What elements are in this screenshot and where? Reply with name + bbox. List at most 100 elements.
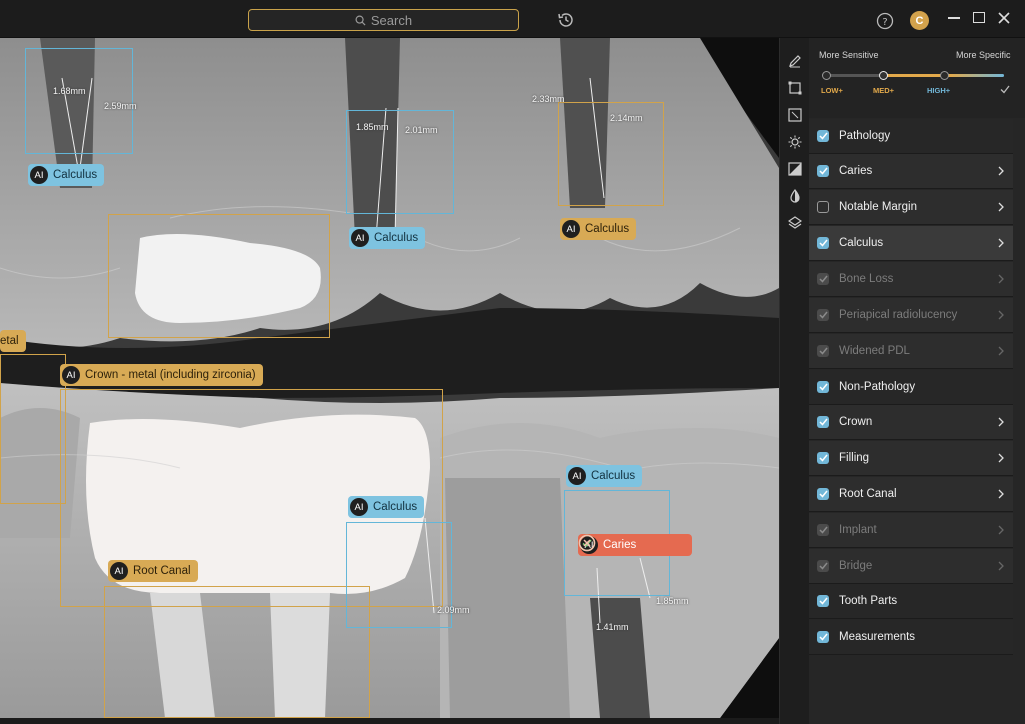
checkbox-unchecked-icon[interactable] xyxy=(817,201,829,213)
bounding-box-icon[interactable] xyxy=(788,81,802,95)
chevron-right-icon[interactable] xyxy=(997,238,1005,248)
tag-label: Root Canal xyxy=(133,565,191,577)
checkbox-checked-icon[interactable] xyxy=(817,631,829,643)
brightness-icon[interactable] xyxy=(788,135,802,149)
checkbox-checked-icon[interactable] xyxy=(817,488,829,500)
tag-label: Calculus xyxy=(585,223,630,235)
crown-box-partial[interactable] xyxy=(0,354,66,504)
filter-group-pathology[interactable]: Pathology xyxy=(809,119,1013,154)
ruler-icon[interactable] xyxy=(788,108,802,122)
sensitivity-control: More Sensitive More Specific LOW+ MED+ H… xyxy=(809,38,1025,118)
avatar[interactable]: C xyxy=(910,11,929,30)
filter-label: Pathology xyxy=(839,130,891,142)
calculus-tag[interactable]: AI Calculus xyxy=(566,465,643,487)
checkbox-checked-icon[interactable] xyxy=(817,452,829,464)
measurement-label: 2.59mm xyxy=(104,101,137,111)
measurement-label: 1.68mm xyxy=(53,86,86,96)
slider-node-high[interactable] xyxy=(940,71,949,80)
chevron-right-icon xyxy=(998,561,1004,571)
level-low[interactable]: LOW+ xyxy=(821,86,843,95)
tag-label: Calculus xyxy=(53,169,98,181)
sensitivity-slider[interactable] xyxy=(822,71,1004,80)
chevron-right-icon xyxy=(998,274,1004,284)
filter-group-non-pathology[interactable]: Non-Pathology xyxy=(809,370,1013,405)
root-canal-tag[interactable]: AI Root Canal xyxy=(108,560,198,582)
reject-icon[interactable] xyxy=(578,534,596,552)
filter-item-root-canal[interactable]: Root Canal xyxy=(809,477,1013,512)
filter-item-bone-loss[interactable]: Bone Loss xyxy=(809,262,1013,297)
xray-image-viewer[interactable]: AI Calculus AI Calculus AI Calculus etal AI… xyxy=(0,38,779,718)
ai-badge: AI xyxy=(62,366,80,384)
search-input[interactable]: Search xyxy=(248,9,519,31)
contrast-icon[interactable] xyxy=(788,162,802,176)
filter-item-periapical[interactable]: Periapical radiolucency xyxy=(809,298,1013,333)
checkbox-disabled-icon xyxy=(817,345,829,357)
filter-label: Non-Pathology xyxy=(839,381,916,393)
tooth-layers-icon[interactable] xyxy=(788,216,802,230)
filter-label: Caries xyxy=(839,165,873,177)
caries-tag[interactable]: AI Caries xyxy=(578,534,692,556)
filling-box[interactable] xyxy=(108,214,330,338)
checkbox-checked-icon[interactable] xyxy=(817,130,829,142)
filter-group-measurements[interactable]: Measurements xyxy=(809,620,1013,655)
filter-label: Tooth Parts xyxy=(839,595,898,607)
filter-item-implant[interactable]: Implant xyxy=(809,513,1013,548)
crown-tag[interactable]: AI Crown - metal (including zirconia) xyxy=(60,364,263,386)
checkbox-checked-icon[interactable] xyxy=(817,416,829,428)
filter-label: Filling xyxy=(839,452,870,464)
chevron-right-icon[interactable] xyxy=(997,489,1005,499)
filter-label: Bridge xyxy=(839,560,873,572)
search-placeholder: Search xyxy=(370,12,413,28)
chevron-right-icon[interactable] xyxy=(997,202,1005,212)
filter-item-caries[interactable]: Caries xyxy=(809,154,1013,189)
checkbox-checked-icon[interactable] xyxy=(817,165,829,177)
calculus-tag[interactable]: AI Calculus xyxy=(348,496,425,518)
filter-group-tooth-parts[interactable]: Tooth Parts xyxy=(809,584,1013,619)
filter-item-notable-margin[interactable]: Notable Margin xyxy=(809,190,1013,225)
crown-tag-partial[interactable]: etal xyxy=(0,330,26,352)
ai-badge: AI xyxy=(562,220,580,238)
checkbox-checked-icon[interactable] xyxy=(817,237,829,249)
calculus-tag[interactable]: AI Calculus xyxy=(28,164,105,186)
checkbox-checked-icon[interactable] xyxy=(817,595,829,607)
search-icon xyxy=(355,15,366,26)
filter-label: Measurements xyxy=(839,631,916,643)
history-icon[interactable] xyxy=(556,10,576,30)
filter-item-widened-pdl[interactable]: Widened PDL xyxy=(809,334,1013,369)
checkbox-disabled-icon xyxy=(817,560,829,572)
tool-strip xyxy=(779,38,809,724)
slider-node-low[interactable] xyxy=(822,71,831,80)
filter-item-filling[interactable]: Filling xyxy=(809,441,1013,476)
filter-label: Notable Margin xyxy=(839,201,917,213)
level-med[interactable]: MED+ xyxy=(873,86,894,95)
help-icon[interactable]: ? xyxy=(876,12,894,30)
close-icon[interactable] xyxy=(997,11,1011,25)
check-icon xyxy=(1000,85,1010,94)
pencil-icon[interactable] xyxy=(788,54,802,68)
filter-item-calculus[interactable]: Calculus xyxy=(809,226,1013,261)
tag-label: etal xyxy=(0,335,19,347)
minimize-icon[interactable] xyxy=(948,17,960,19)
invert-icon[interactable] xyxy=(788,189,802,203)
checkbox-checked-icon[interactable] xyxy=(817,381,829,393)
slider-node-med[interactable] xyxy=(879,71,888,80)
ai-badge: AI xyxy=(110,562,128,580)
filter-label: Implant xyxy=(839,524,877,536)
checkbox-disabled-icon xyxy=(817,273,829,285)
tag-label: Calculus xyxy=(591,470,636,482)
chevron-right-icon[interactable] xyxy=(997,166,1005,176)
checkbox-disabled-icon xyxy=(817,524,829,536)
root-canal-box[interactable] xyxy=(104,586,370,718)
chevron-right-icon xyxy=(998,525,1004,535)
filter-item-bridge[interactable]: Bridge xyxy=(809,549,1013,584)
maximize-icon[interactable] xyxy=(973,12,985,23)
ai-badge: AI xyxy=(351,229,369,247)
chevron-right-icon[interactable] xyxy=(997,453,1005,463)
filter-label: Calculus xyxy=(839,237,884,249)
calculus-tag[interactable]: AI Calculus xyxy=(560,218,637,240)
calculus-tag[interactable]: AI Calculus xyxy=(349,227,426,249)
level-high[interactable]: HIGH+ xyxy=(927,86,950,95)
tag-label: Calculus xyxy=(374,232,419,244)
filter-item-crown[interactable]: Crown xyxy=(809,405,1013,440)
chevron-right-icon[interactable] xyxy=(997,417,1005,427)
